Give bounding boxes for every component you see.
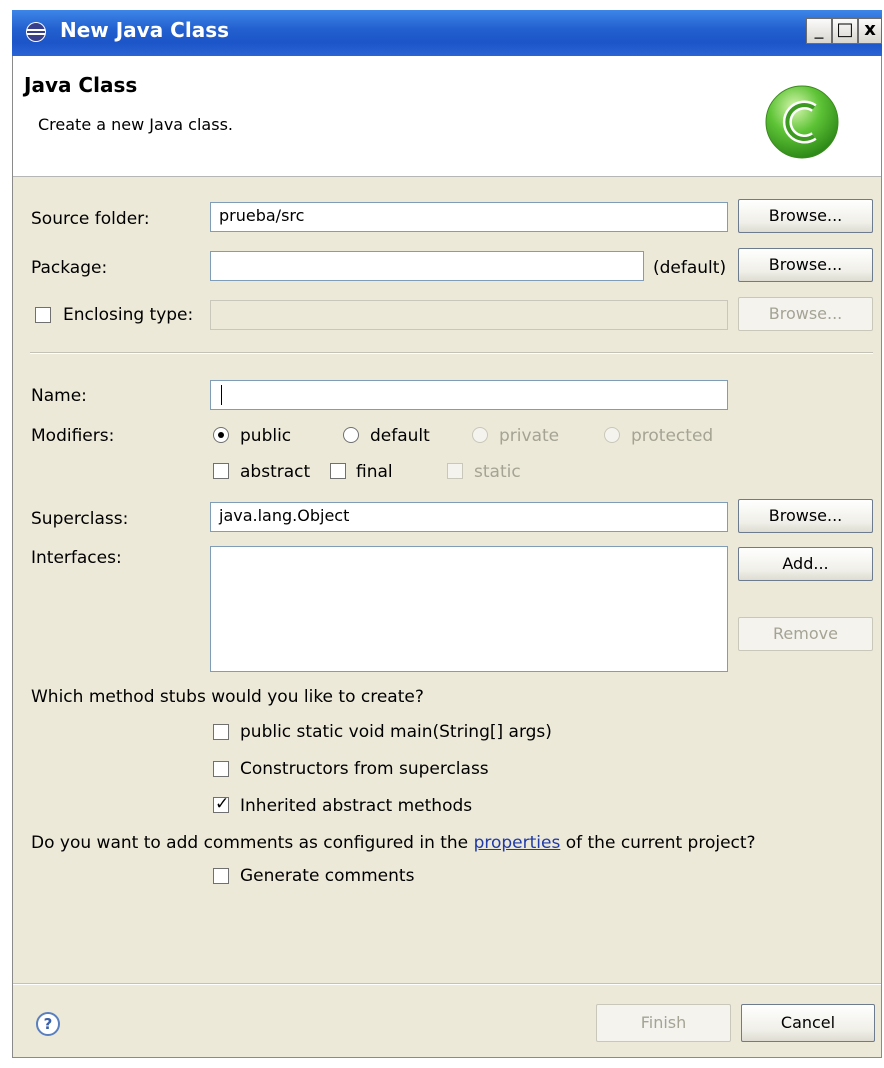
comments-question-suffix: of the current project? (560, 833, 756, 853)
source-folder-browse-button[interactable]: Browse... (738, 199, 873, 233)
add-interface-button[interactable]: Add... (738, 547, 873, 581)
enclosing-type-input (210, 300, 728, 330)
remove-interface-button: Remove (738, 617, 873, 651)
modifier-abstract-label: abstract (240, 462, 311, 482)
enclosing-type-browse-button: Browse... (738, 297, 873, 331)
window-title: New Java Class (60, 18, 230, 42)
modifier-private-label: private (499, 426, 560, 446)
cancel-button[interactable]: Cancel (741, 1004, 875, 1042)
interfaces-label: Interfaces: (31, 548, 122, 568)
modifier-protected-label: protected (631, 426, 714, 446)
source-folder-label: Source folder: (31, 209, 150, 229)
main-method-label: public static void main(String[] args) (240, 722, 552, 742)
separator (30, 352, 873, 354)
java-class-icon (765, 85, 839, 159)
comments-question-prefix: Do you want to add comments as configure… (31, 833, 474, 853)
modifier-default-label: default (370, 426, 430, 446)
modifier-public-label: public (240, 426, 292, 446)
page-description: Create a new Java class. (38, 115, 233, 134)
help-icon[interactable]: ? (36, 1012, 60, 1036)
method-stubs-question: Which method stubs would you like to cre… (31, 687, 424, 707)
constructors-checkbox[interactable] (213, 761, 229, 777)
package-input[interactable] (210, 251, 644, 281)
modifier-public-radio[interactable] (213, 427, 229, 443)
page-title: Java Class (24, 73, 138, 97)
comments-question: Do you want to add comments as configure… (31, 833, 756, 853)
inherited-methods-label: Inherited abstract methods (240, 796, 473, 816)
modifier-default-radio[interactable] (343, 427, 359, 443)
name-label: Name: (31, 386, 87, 406)
close-button[interactable]: x (858, 18, 882, 44)
package-label: Package: (31, 258, 108, 278)
modifier-final-checkbox[interactable] (330, 463, 346, 479)
modifiers-label: Modifiers: (31, 426, 115, 446)
generate-comments-label: Generate comments (240, 866, 415, 886)
generate-comments-checkbox[interactable] (213, 868, 229, 884)
modifier-static-checkbox (447, 463, 463, 479)
modifier-abstract-checkbox[interactable] (213, 463, 229, 479)
package-default-label: (default) (653, 258, 727, 278)
check-mark-icon: ✓ (215, 794, 230, 814)
footer-separator (13, 983, 881, 985)
enclosing-type-label: Enclosing type: (63, 305, 194, 325)
source-folder-input[interactable]: prueba/src (210, 202, 728, 232)
inherited-methods-checkbox[interactable]: ✓ (213, 794, 230, 814)
interfaces-list[interactable] (210, 546, 728, 672)
superclass-label: Superclass: (31, 509, 129, 529)
finish-button: Finish (596, 1004, 731, 1042)
superclass-input[interactable]: java.lang.Object (210, 502, 728, 532)
enclosing-type-checkbox[interactable] (35, 307, 51, 323)
modifier-protected-radio (604, 427, 620, 443)
modifier-static-label: static (474, 462, 521, 482)
eclipse-icon (26, 22, 46, 42)
name-input[interactable] (210, 380, 728, 410)
modifier-private-radio (472, 427, 488, 443)
maximize-button[interactable]: □ (832, 18, 858, 44)
constructors-label: Constructors from superclass (240, 759, 489, 779)
modifier-final-label: final (356, 462, 393, 482)
superclass-browse-button[interactable]: Browse... (738, 499, 873, 533)
package-browse-button[interactable]: Browse... (738, 248, 873, 282)
properties-link[interactable]: properties (474, 833, 561, 853)
text-cursor (221, 385, 222, 405)
minimize-button[interactable]: _ (806, 18, 832, 44)
main-method-checkbox[interactable] (213, 724, 229, 740)
